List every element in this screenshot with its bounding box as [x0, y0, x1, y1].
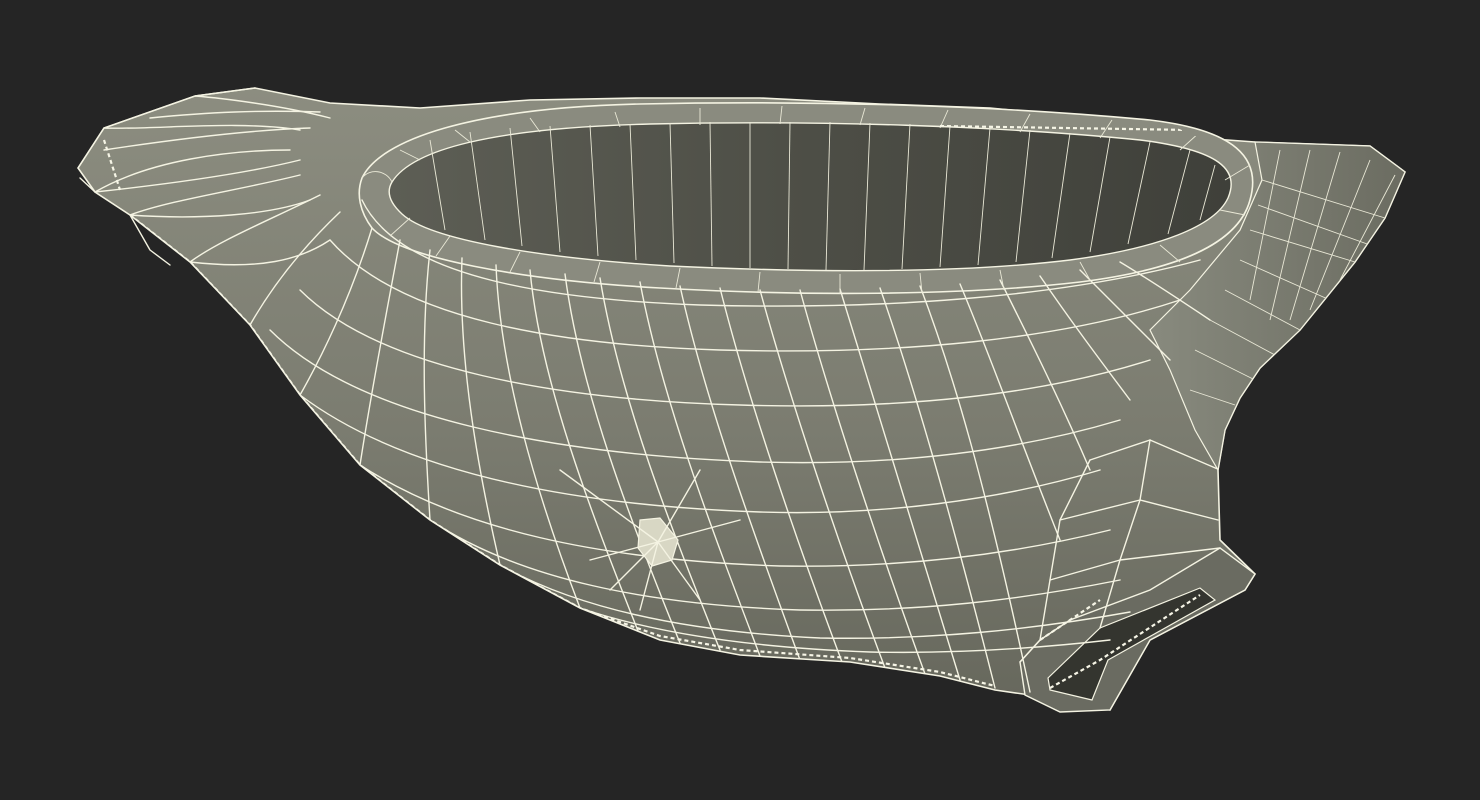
toilet-bowl-wireframe-model [77, 87, 1406, 713]
render-viewport [0, 0, 1480, 800]
bowl-inner-cavity [388, 122, 1232, 272]
